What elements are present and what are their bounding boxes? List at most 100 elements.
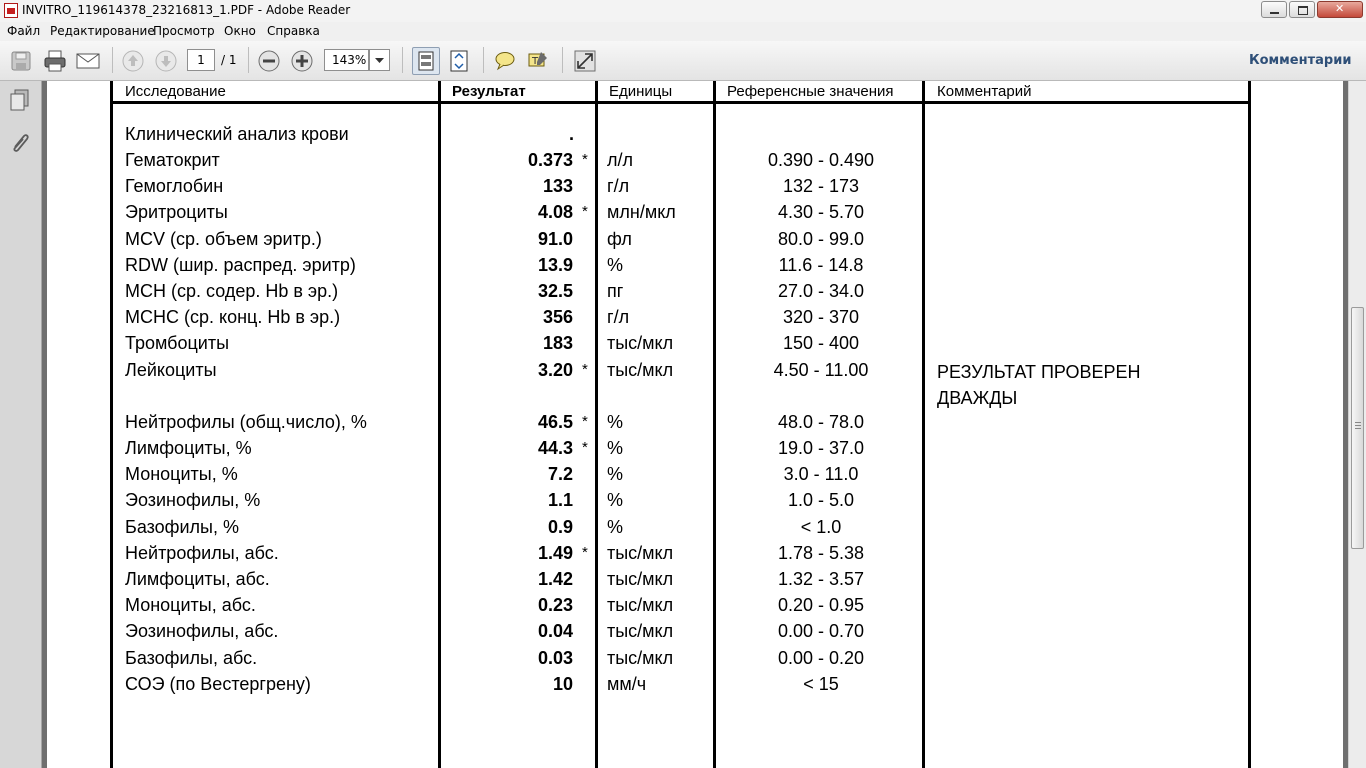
analyte-name: Гематокрит xyxy=(125,150,220,170)
abnormal-flag: * xyxy=(582,360,588,378)
toolbar-separator xyxy=(402,47,403,73)
analyte-name: Базофилы, абс. xyxy=(125,647,258,668)
close-button[interactable] xyxy=(1317,1,1363,18)
single-page-view-button[interactable] xyxy=(412,47,440,75)
analyte-name: Моноциты, % xyxy=(125,464,238,485)
reference-range: 11.6 - 14.8 xyxy=(778,254,864,275)
table-column-divider xyxy=(438,81,441,768)
reference-range: 80.0 - 99.0 xyxy=(777,228,865,249)
navigation-panel xyxy=(0,81,42,768)
analyte-result: 0.04 xyxy=(537,621,573,642)
menu-edit[interactable]: Редактирование xyxy=(50,24,155,38)
analyte-name: Гемоглобин xyxy=(125,176,224,197)
abnormal-flag: * xyxy=(582,203,588,221)
sticky-note-button[interactable] xyxy=(492,48,518,74)
analyte-result: 44.3 xyxy=(537,438,573,458)
reference-range: 1.0 - 5.0 xyxy=(787,490,855,511)
analyte-result: 7.2 xyxy=(547,464,573,485)
analyte-name: MCV (ср. объем эритр.) xyxy=(125,228,322,249)
toolbar-separator xyxy=(112,47,113,73)
analyte-name: MCHC (ср. конц. Hb в эр.) xyxy=(125,307,341,328)
pages-panel-button[interactable] xyxy=(9,89,31,115)
paperclip-icon xyxy=(13,134,29,152)
abnormal-flag: * xyxy=(582,439,588,456)
zoom-level-input[interactable]: 143% xyxy=(324,49,369,71)
menu-help[interactable]: Справка xyxy=(267,24,320,38)
analyte-name: Эозинофилы, % xyxy=(125,490,261,511)
analyte-result: 13.9 xyxy=(537,254,573,275)
analyte-name: RDW (шир. распред. эритр) xyxy=(125,254,356,275)
analyte-name: СОЭ (по Вестергрену) xyxy=(125,673,311,694)
analyte-unit: тыс/мкл xyxy=(607,333,674,354)
toolbar: 1 / 1 143% T Комментарии xyxy=(0,41,1366,81)
analyte-name: Нейтрофилы, абс. xyxy=(125,542,279,563)
reference-range: < 15 xyxy=(803,673,839,694)
analyte-name: Лимфоциты, абс. xyxy=(125,569,270,589)
envelope-icon xyxy=(76,53,100,69)
analyte-result: 0.9 xyxy=(547,516,573,537)
save-icon xyxy=(11,51,31,71)
vertical-scrollbar[interactable] xyxy=(1348,81,1366,768)
analyte-unit: л/л xyxy=(607,150,634,170)
scrollbar-thumb[interactable] xyxy=(1351,307,1364,549)
reference-range: 0.390 - 0.490 xyxy=(767,150,875,170)
analyte-name: Нейтрофилы (общ.число), % xyxy=(125,411,367,432)
analyte-unit: тыс/мкл xyxy=(607,647,674,668)
highlight-text-button[interactable]: T xyxy=(525,48,551,74)
analyte-unit: млн/мкл xyxy=(607,202,676,223)
analyte-unit: % xyxy=(607,490,624,511)
fit-page-button[interactable] xyxy=(446,48,472,74)
expand-arrows-icon xyxy=(574,50,596,72)
page-number-input[interactable]: 1 xyxy=(187,49,215,71)
full-screen-button[interactable] xyxy=(572,48,598,74)
analyte-unit: мм/ч xyxy=(607,673,647,694)
analyte-result: 0.03 xyxy=(537,647,573,668)
arrow-down-icon xyxy=(155,50,177,72)
next-page-button[interactable] xyxy=(154,49,178,73)
zoom-out-button[interactable] xyxy=(257,49,281,73)
zoom-dropdown-button[interactable] xyxy=(369,49,390,71)
comments-link[interactable]: Комментарии xyxy=(1249,53,1351,68)
analyte-name: Эозинофилы, абс. xyxy=(125,621,279,642)
zoom-in-button[interactable] xyxy=(290,49,314,73)
email-button[interactable] xyxy=(74,48,102,74)
reference-range: 4.50 - 11.00 xyxy=(773,359,869,380)
analyte-result: 91.0 xyxy=(537,228,573,249)
menu-view[interactable]: Просмотр xyxy=(153,24,215,38)
analyte-unit: тыс/мкл xyxy=(607,569,674,589)
reference-range: 19.0 - 37.0 xyxy=(777,438,865,458)
analyte-result: 133 xyxy=(542,176,573,197)
analyte-unit: % xyxy=(607,438,624,458)
table-border xyxy=(110,81,113,768)
abnormal-flag: * xyxy=(582,543,588,561)
page-view-icon xyxy=(418,51,434,71)
analyte-name: Моноциты, абс. xyxy=(125,595,256,616)
menu-file[interactable]: Файл xyxy=(7,24,40,38)
attachments-panel-button[interactable] xyxy=(9,131,31,159)
analyte-unit: г/л xyxy=(607,176,630,197)
chevron-down-icon xyxy=(375,58,384,63)
menu-bar: Файл Редактирование Просмотр Окно Справк… xyxy=(0,22,1366,41)
analyte-result: 356 xyxy=(542,307,573,328)
thumb-grip xyxy=(1355,425,1361,426)
reference-range: 4.30 - 5.70 xyxy=(777,202,865,223)
reference-range: 0.00 - 0.70 xyxy=(777,621,865,642)
header-reference: Референсные значения xyxy=(727,83,894,100)
maximize-button[interactable] xyxy=(1289,1,1315,18)
comment-line-2: ДВАЖДЫ xyxy=(937,388,1018,408)
analyte-unit: тыс/мкл xyxy=(607,542,674,563)
analyte-result: 0.373 xyxy=(527,150,573,170)
save-button[interactable] xyxy=(8,48,34,74)
menu-window[interactable]: Окно xyxy=(224,24,256,38)
table-column-divider xyxy=(595,81,598,768)
print-button[interactable] xyxy=(41,48,69,74)
analyte-unit: пг xyxy=(607,281,624,301)
previous-page-button[interactable] xyxy=(121,49,145,73)
reference-range: 1.78 - 5.38 xyxy=(777,542,865,563)
analyte-unit: % xyxy=(607,254,624,275)
analyte-result: 0.23 xyxy=(537,595,573,616)
title-bar: INVITRO_119614378_23216813_1.PDF - Adobe… xyxy=(0,0,1366,23)
reference-range: 132 - 173 xyxy=(782,176,860,197)
minimize-button[interactable] xyxy=(1261,1,1287,18)
analyte-unit: тыс/мкл xyxy=(607,595,674,616)
